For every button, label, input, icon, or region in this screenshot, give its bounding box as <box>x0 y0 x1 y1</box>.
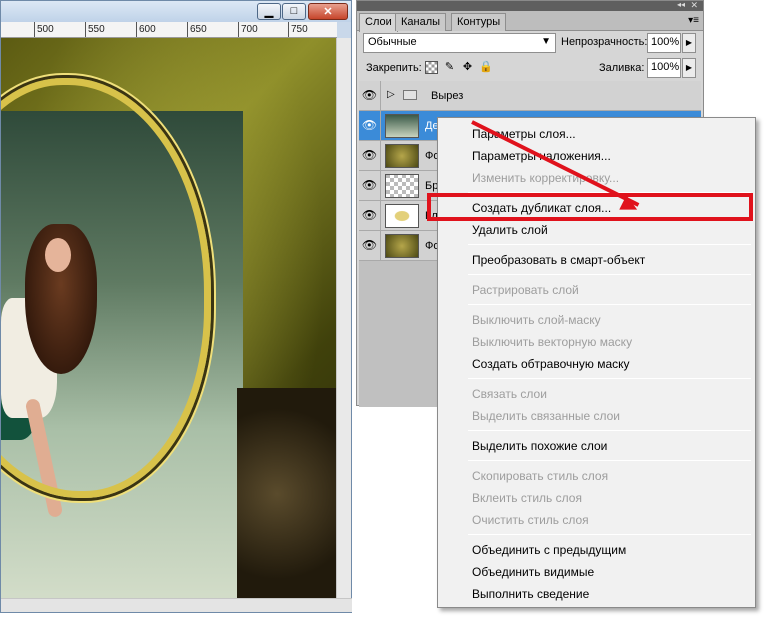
ruler-tick: 750 <box>288 22 308 37</box>
layer-thumbnail <box>385 114 419 138</box>
layer-thumbnail <box>385 144 419 168</box>
folder-icon <box>403 90 417 100</box>
menu-item-select-linked-layers: Выделить связанные слои <box>472 409 621 423</box>
lock-all-padlock-icon[interactable]: 🔒 <box>479 61 493 74</box>
menu-separator <box>468 430 751 431</box>
chevron-down-icon: ▼ <box>541 36 551 47</box>
menu-item-paste-layer-style: Вклеить стиль слоя <box>472 491 582 505</box>
maximize-icon: □ <box>290 5 298 17</box>
tab-paths[interactable]: Контуры <box>451 13 507 31</box>
layer-thumbnail <box>385 204 419 228</box>
blend-mode-select[interactable]: Обычные ▼ <box>363 33 556 53</box>
ruler-tick: 600 <box>136 22 156 37</box>
menu-item-create-clipping-mask[interactable]: Создать обтравочную маску <box>472 357 630 371</box>
document-canvas[interactable] <box>1 38 337 600</box>
maximize-button[interactable]: □ <box>282 3 306 20</box>
visibility-eye-icon[interactable]: 👁 <box>359 141 381 170</box>
ruler-tick: 550 <box>85 22 105 37</box>
menu-separator <box>468 460 751 461</box>
close-icon[interactable]: ✕ <box>690 0 698 11</box>
layer-thumbnail <box>385 234 419 258</box>
lock-transparency-icon[interactable] <box>425 61 438 74</box>
visibility-eye-icon[interactable]: 👁 <box>359 201 381 230</box>
tab-channels[interactable]: Каналы <box>395 13 447 31</box>
group-name: Вырез <box>431 90 464 102</box>
visibility-eye-icon[interactable]: 👁 <box>359 231 381 260</box>
background-rocks <box>237 388 337 600</box>
opacity-input[interactable]: 100% <box>647 33 681 53</box>
menu-separator <box>468 274 751 275</box>
menu-separator <box>468 244 751 245</box>
collapse-icon[interactable]: ◂◂ <box>677 0 685 9</box>
menu-item-copy-layer-style: Скопировать стиль слоя <box>472 469 609 483</box>
lock-position-move-icon[interactable]: ✥ <box>461 61 474 74</box>
ruler-tick: 650 <box>187 22 207 37</box>
menu-item-merge-visible[interactable]: Объединить видимые <box>472 565 594 579</box>
layer-context-menu: Параметры слоя... Параметры наложения...… <box>437 117 756 608</box>
menu-item-merge-down[interactable]: Объединить с предыдущим <box>472 543 626 557</box>
menu-item-disable-layer-mask: Выключить слой-маску <box>472 313 601 327</box>
blend-row: Обычные ▼ Непрозрачность: 100% ▶ <box>363 33 699 53</box>
fill-label: Заливка: <box>599 62 645 74</box>
tab-layers[interactable]: Слои <box>359 13 398 32</box>
document-window: ▁ □ ✕ 500 550 600 650 700 750 <box>0 0 352 613</box>
menu-item-flatten-image[interactable]: Выполнить сведение <box>472 587 589 601</box>
ruler-tick: 500 <box>34 22 54 37</box>
visibility-eye-icon[interactable]: 👁 <box>359 81 381 110</box>
menu-item-rasterize-layer: Растрировать слой <box>472 283 579 297</box>
visibility-eye-icon[interactable]: 👁 <box>359 171 381 200</box>
horizontal-ruler[interactable]: 500 550 600 650 700 750 <box>1 22 337 38</box>
panel-menu-icon[interactable]: ▾≡ <box>688 15 699 26</box>
lock-pixels-brush-icon[interactable]: ✎ <box>443 61 456 74</box>
opacity-slider-button[interactable]: ▶ <box>682 33 696 53</box>
menu-item-select-similar-layers[interactable]: Выделить похожие слои <box>472 439 607 453</box>
horizontal-scrollbar[interactable] <box>1 598 352 612</box>
menu-item-convert-smart-object[interactable]: Преобразовать в смарт-объект <box>472 253 645 267</box>
visibility-eye-icon[interactable]: 👁 <box>359 111 381 140</box>
red-highlight-box <box>427 193 753 221</box>
menu-item-clear-layer-style: Очистить стиль слоя <box>472 513 589 527</box>
panel-header-bar: ◂◂ ✕ <box>357 0 703 11</box>
expand-triangle-icon[interactable]: ▷ <box>387 89 395 100</box>
menu-item-disable-vector-mask: Выключить векторную маску <box>472 335 633 349</box>
opacity-label: Непрозрачность: <box>561 36 648 48</box>
menu-item-delete-layer[interactable]: Удалить слой <box>472 223 548 237</box>
close-button[interactable]: ✕ <box>308 3 348 20</box>
menu-separator <box>468 378 751 379</box>
document-titlebar: ▁ □ ✕ <box>1 1 351 22</box>
fill-slider-button[interactable]: ▶ <box>682 58 696 78</box>
panel-tabs: Слои Каналы Контуры ▾≡ <box>357 11 703 32</box>
lock-row: Закрепить: ✎ ✥ 🔒 Заливка: 100% ▶ <box>363 58 699 78</box>
minimize-button[interactable]: ▁ <box>257 3 281 20</box>
minimize-icon: ▁ <box>264 6 274 18</box>
menu-item-link-layers: Связать слои <box>472 387 547 401</box>
close-icon: ✕ <box>323 6 333 18</box>
ruler-tick: 700 <box>238 22 258 37</box>
layer-thumbnail <box>385 174 419 198</box>
vertical-scrollbar[interactable] <box>336 38 351 600</box>
lock-label: Закрепить: <box>366 62 422 74</box>
layer-group-row[interactable]: 👁 ▷ Вырез <box>359 81 701 111</box>
menu-separator <box>468 304 751 305</box>
blend-mode-value: Обычные <box>368 36 417 48</box>
menu-separator <box>468 534 751 535</box>
fill-input[interactable]: 100% <box>647 58 681 78</box>
